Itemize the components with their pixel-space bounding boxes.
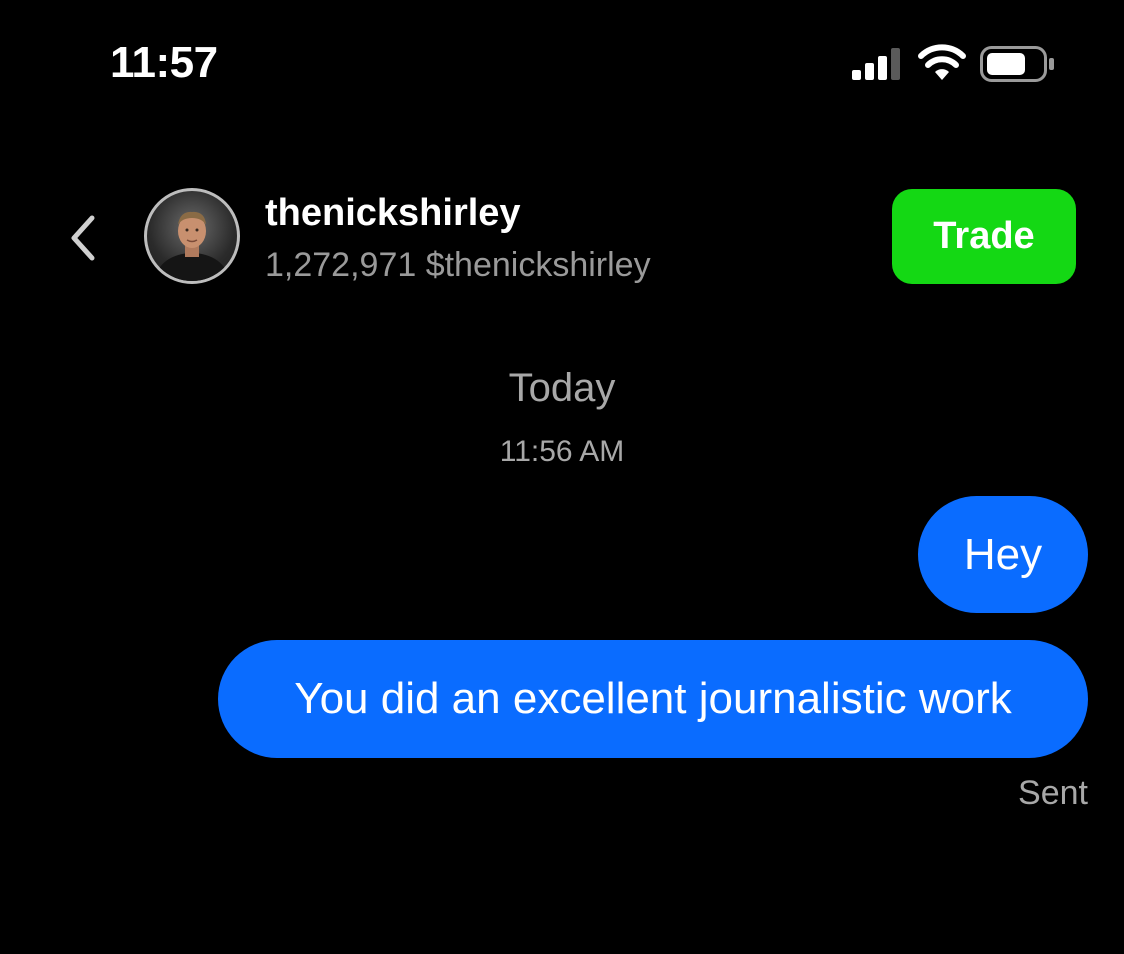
back-button[interactable]	[60, 210, 110, 266]
contact-name[interactable]: thenickshirley	[265, 192, 521, 235]
battery-icon	[980, 46, 1054, 82]
message-bubble[interactable]: You did an excellent journalistic work	[218, 640, 1088, 758]
status-bar: 11:57	[0, 0, 1124, 130]
profile-photo	[156, 211, 228, 281]
signal-icon	[852, 48, 900, 80]
wifi-icon	[918, 44, 966, 80]
contact-subtitle: 1,272,971 $thenickshirley	[265, 246, 651, 284]
sent-status: Sent	[1018, 774, 1088, 812]
avatar[interactable]	[144, 188, 240, 284]
message-bubble[interactable]: Hey	[918, 496, 1088, 613]
chevron-left-icon	[71, 215, 95, 261]
date-divider: Today 11:56 AM	[0, 366, 1124, 469]
date-label: Today	[508, 366, 616, 410]
trade-button[interactable]: Trade	[892, 189, 1076, 284]
chat-header: thenickshirley 1,272,971 $thenickshirley…	[0, 180, 1124, 300]
status-time: 11:57	[110, 38, 218, 87]
time-label: 11:56 AM	[499, 435, 625, 468]
